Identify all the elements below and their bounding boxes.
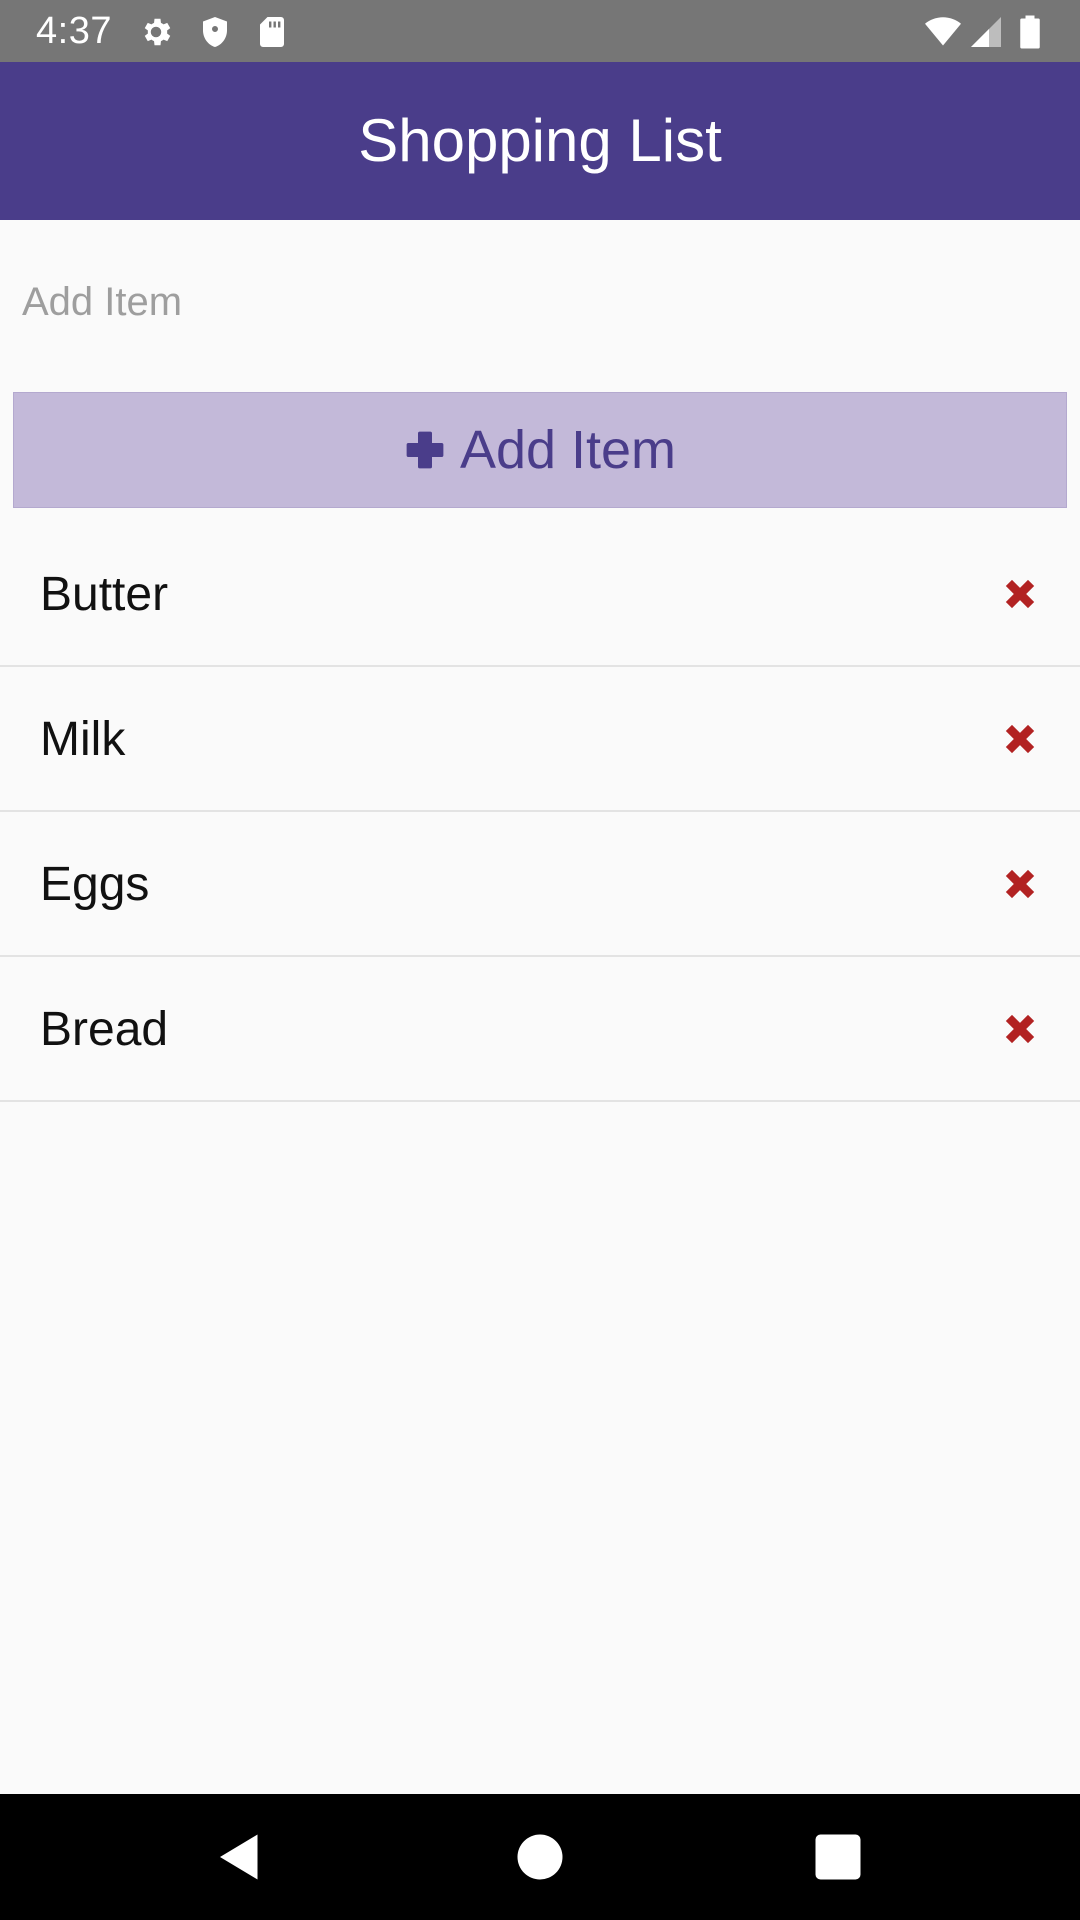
status-bar: 4:37: [0, 0, 1080, 62]
delete-item-button[interactable]: [1000, 1009, 1040, 1049]
shopping-list: Butter Milk Eggs Bread: [0, 522, 1080, 1102]
close-icon: [1005, 724, 1035, 754]
list-item: Milk: [0, 667, 1080, 812]
delete-item-button[interactable]: [1000, 574, 1040, 614]
status-time: 4:37: [36, 10, 112, 52]
page-title: Shopping List: [358, 107, 722, 174]
navigation-bar: [0, 1794, 1080, 1920]
item-label: Milk: [40, 713, 126, 766]
delete-item-button[interactable]: [1000, 719, 1040, 759]
shield-icon: [197, 14, 233, 50]
close-icon: [1005, 579, 1035, 609]
add-item-button-label: Add Item: [459, 420, 677, 480]
battery-icon: [1014, 14, 1046, 50]
back-icon[interactable]: [210, 1827, 270, 1887]
plus-icon: [404, 429, 446, 471]
add-item-input[interactable]: [14, 262, 1064, 342]
list-item: Eggs: [0, 812, 1080, 957]
signal-icon: [968, 14, 1004, 50]
delete-item-button[interactable]: [1000, 864, 1040, 904]
list-item: Bread: [0, 957, 1080, 1102]
app-bar: Shopping List: [0, 62, 1080, 220]
close-icon: [1005, 1014, 1035, 1044]
wifi-icon: [922, 14, 964, 50]
add-item-button[interactable]: Add Item: [13, 392, 1067, 508]
recents-icon[interactable]: [808, 1827, 868, 1887]
item-label: Eggs: [40, 858, 150, 911]
item-label: Butter: [40, 568, 169, 621]
item-label: Bread: [40, 1003, 169, 1056]
list-item: Butter: [0, 522, 1080, 667]
home-icon[interactable]: [510, 1827, 570, 1887]
sd-card-icon: [254, 14, 290, 50]
add-item-input-row: [0, 220, 1080, 380]
close-icon: [1005, 869, 1035, 899]
gear-icon: [138, 14, 174, 50]
